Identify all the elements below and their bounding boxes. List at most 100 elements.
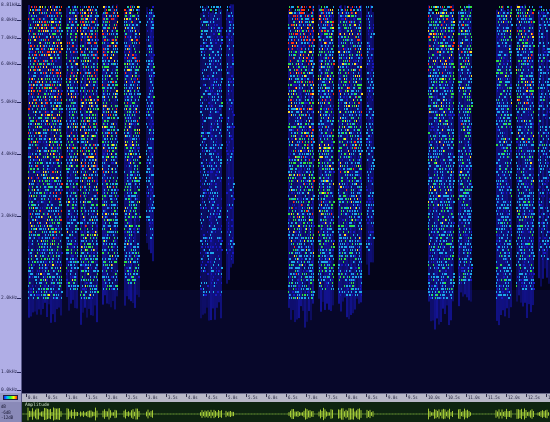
spectrogram-pixel (114, 189, 116, 191)
spectrogram-pixel (45, 6, 46, 8)
spectrogram-pixel (48, 216, 49, 218)
spectrogram-pixel (294, 240, 296, 242)
spectrogram-pixel (304, 129, 305, 131)
spectrogram-pixel (108, 279, 110, 281)
spectrogram-pixel (97, 63, 98, 65)
spectrogram-pixel (56, 132, 57, 134)
spectrogram-pixel (34, 225, 35, 227)
spectrogram-pixel (61, 117, 62, 119)
spectrogram-pixel (40, 186, 41, 188)
spectrogram-pixel (105, 75, 106, 77)
spectrogram-pixel (138, 90, 139, 92)
spectrogram-pixel (75, 93, 76, 95)
spectrogram-pixel (137, 6, 139, 8)
spectrogram-pixel (152, 210, 153, 212)
spectrogram-pixel (291, 90, 292, 92)
spectrogram-pixel (85, 132, 86, 134)
spectrogram-pixel (59, 279, 60, 281)
spectrogram-pixel (149, 99, 150, 101)
spectrogram-pixel (127, 192, 128, 194)
spectrogram-pixel (149, 75, 150, 77)
spectrogram-pixel (60, 42, 62, 44)
spectrogram-pixel (297, 45, 298, 47)
spectrogram-pixel (106, 288, 107, 290)
spectrogram-pixel (134, 42, 135, 44)
spectrogram-pixel (227, 102, 228, 104)
spectrogram-pixel (230, 105, 232, 107)
spectrogram-pixel (136, 39, 138, 41)
spectrogram-pixel (208, 273, 209, 275)
spectrogram-pixel (61, 210, 62, 212)
spectrogram-pixel (304, 285, 305, 287)
spectrogram-pixel (69, 120, 70, 122)
spectrogram-pixel (42, 252, 43, 254)
spectrogram-pixel (32, 189, 33, 191)
spectrogram-pixel (216, 156, 217, 158)
spectrogram-pixel (55, 117, 56, 119)
spectrogram-pixel (60, 180, 61, 182)
spectrogram-pixel (124, 102, 125, 104)
spectrogram-pixel (96, 156, 97, 158)
spectrogram-pixel (293, 126, 294, 128)
spectrogram-pixel (94, 150, 95, 152)
spectrogram-pixel (125, 159, 126, 161)
spectrogram-pixel (28, 72, 29, 74)
spectrogram-pixel (132, 27, 133, 29)
spectrogram-pixel (48, 255, 49, 257)
spectrogram-pixel (303, 222, 304, 224)
spectrogram-pixel (86, 33, 87, 35)
spectrogram-pixel (47, 60, 48, 62)
spectrogram-pixel (308, 15, 309, 17)
spectrogram-pixel (104, 120, 106, 122)
spectrogram-pixel (214, 123, 215, 125)
spectrogram-pixel (127, 63, 128, 65)
spectrogram-pixel (68, 240, 69, 242)
spectrogram-pixel (86, 123, 87, 125)
spectrogram-pixel (72, 141, 73, 143)
spectrogram-pixel (31, 15, 32, 17)
spectrogram-pixel (230, 24, 231, 26)
spectrogram-pixel (294, 36, 295, 38)
spectrogram-pixel (228, 15, 230, 17)
spectrogram-pixel (221, 267, 223, 269)
spectrogram-pixel (301, 168, 302, 170)
spectrogram-pixel (307, 36, 308, 38)
spectrogram-pixel (137, 132, 138, 134)
spectrogram-pixel (207, 93, 208, 95)
spectrogram-pixel (69, 15, 70, 17)
spectrogram-pixel (85, 249, 86, 251)
spectrogram-pixel (43, 276, 44, 278)
spectrogram-pixel (43, 168, 44, 170)
spectrogram-pixel (151, 72, 152, 74)
spectrogram-pixel (96, 69, 98, 71)
spectrogram-pixel (230, 189, 232, 191)
spectrogram-pixel (132, 24, 134, 26)
spectrogram-pixel (109, 285, 110, 287)
spectrogram-pixel (90, 264, 91, 266)
spectrogram-pixel (102, 252, 104, 254)
spectrogram-pixel (35, 165, 36, 167)
spectrogram-pixel (56, 105, 58, 107)
spectrogram-pixel (202, 141, 203, 143)
spectrogram-pixel (70, 9, 71, 11)
spectrogram-pixel (203, 288, 204, 290)
spectrogram-pixel (297, 180, 298, 182)
spectrogram-pixel (33, 183, 34, 185)
spectrogram-pixel (301, 132, 302, 134)
spectrogram-pixel (29, 48, 30, 50)
spectrogram-pixel (133, 111, 134, 113)
spectrogram-pixel (214, 180, 215, 182)
spectrogram-pixel (110, 225, 111, 227)
spectrogram-pixel (86, 210, 87, 212)
spectrogram-pixel (80, 21, 81, 23)
spectrogram-view[interactable] (22, 0, 550, 393)
spectrogram-pixel (33, 117, 34, 119)
spectrogram-pixel (30, 147, 31, 149)
spectrogram-pixel (296, 222, 297, 224)
spectrogram-pixel (106, 237, 108, 239)
spectrogram-pixel (83, 237, 84, 239)
spectrogram-pixel (300, 108, 302, 110)
spectrogram-pixel (60, 267, 61, 269)
spectrogram-pixel (52, 279, 53, 281)
spectrogram-pixel (294, 108, 296, 110)
